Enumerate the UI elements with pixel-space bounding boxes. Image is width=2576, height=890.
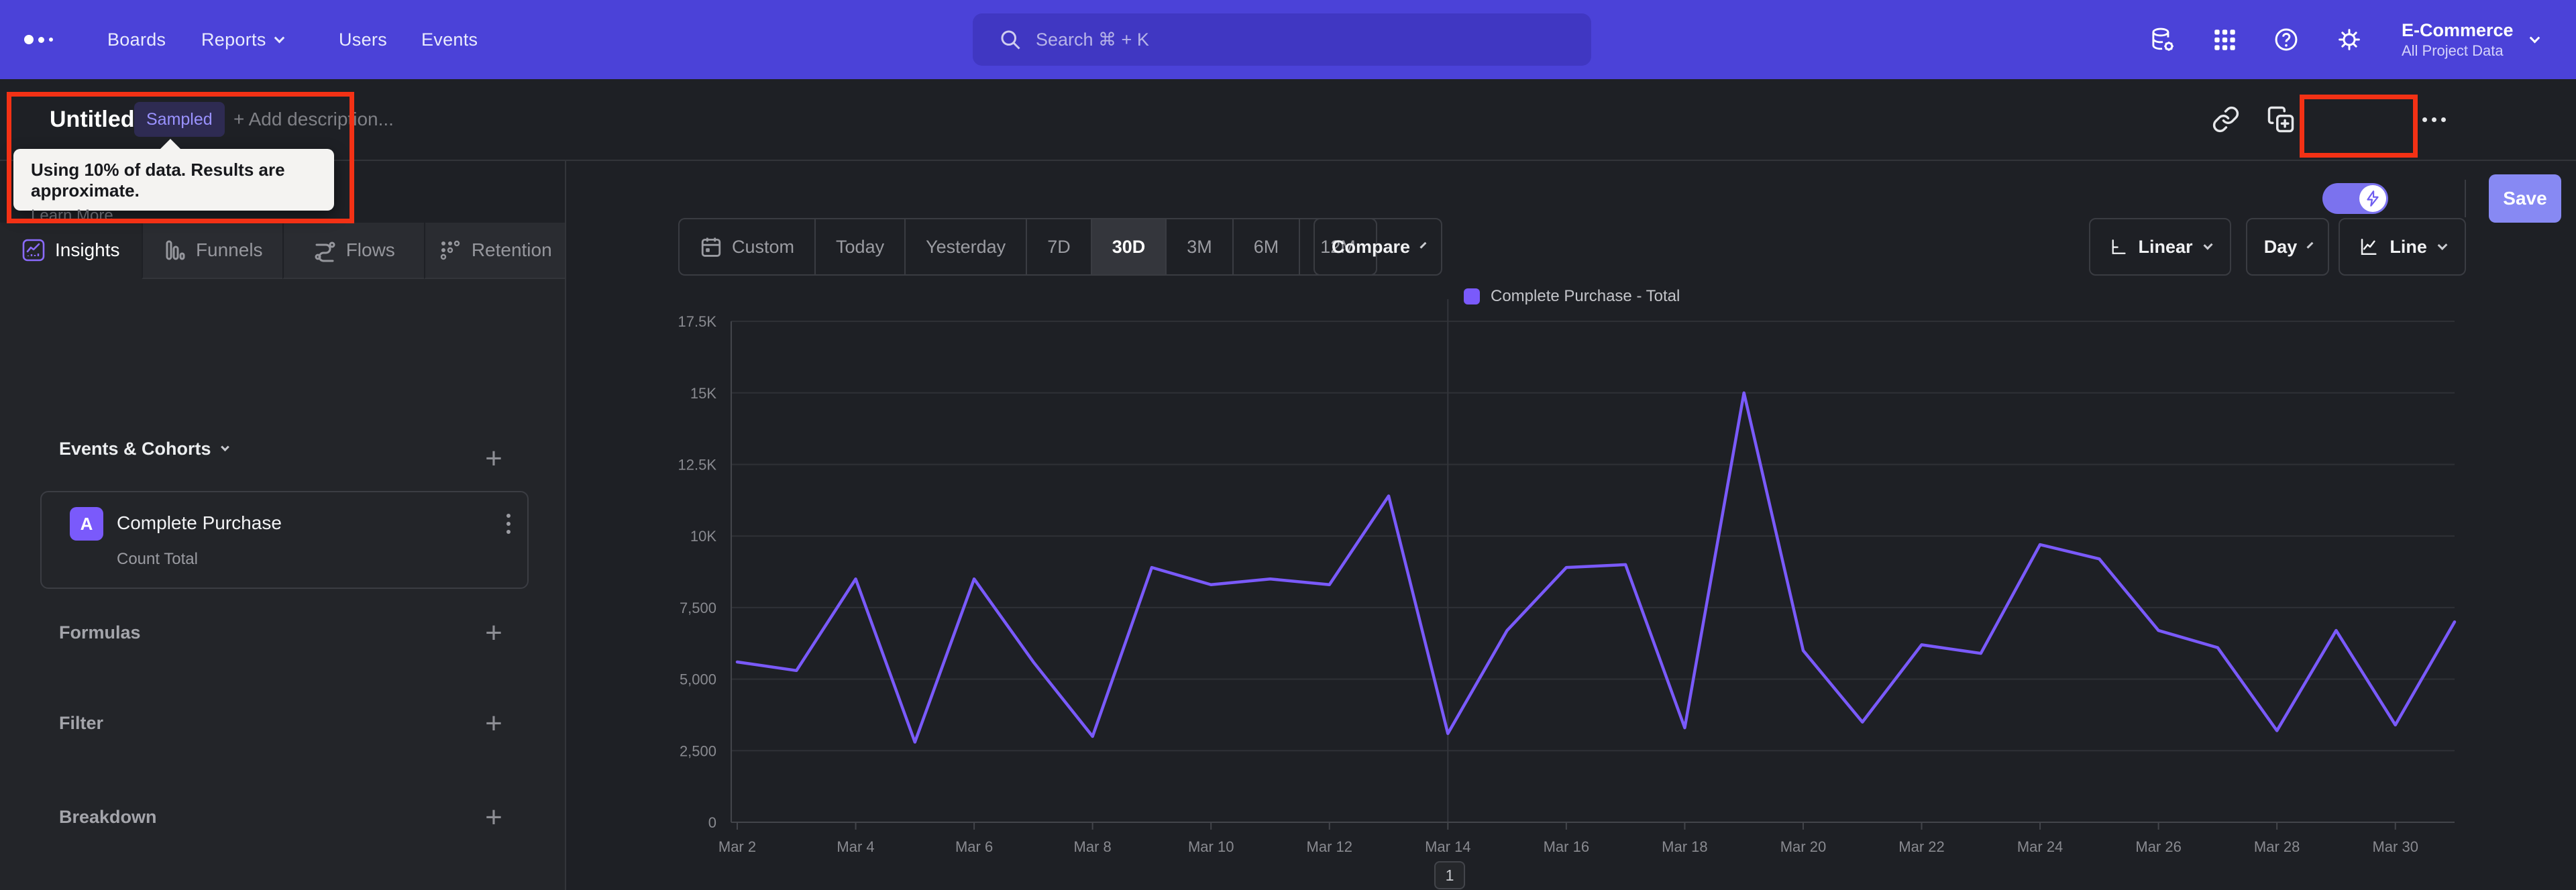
sampling-tooltip: Using 10% of data. Results are approxima… <box>13 139 334 225</box>
project-name: E-Commerce <box>2402 20 2514 40</box>
insights-icon <box>22 239 45 262</box>
svg-text:12.5K: 12.5K <box>678 457 717 474</box>
tab-insights[interactable]: Insights <box>0 223 142 279</box>
report-title-bar: Untitled Sampled + Add description... Sa… <box>0 79 2576 223</box>
funnels-icon <box>166 240 185 260</box>
add-breakdown-button[interactable]: + <box>474 803 514 832</box>
chevron-down-icon <box>274 32 284 43</box>
event-options-button[interactable] <box>495 508 522 539</box>
svg-text:Mar 16: Mar 16 <box>1544 838 1589 855</box>
nav-item-boards[interactable]: Boards <box>107 0 166 79</box>
svg-text:Mar 14: Mar 14 <box>1425 838 1470 855</box>
svg-text:Mar 6: Mar 6 <box>955 838 993 855</box>
svg-text:Mar 2: Mar 2 <box>718 838 756 855</box>
report-type-tabs: Insights Funnels Flows Retention <box>0 223 565 279</box>
project-selector[interactable]: E-Commerce All Project Data <box>2402 0 2540 79</box>
retention-icon <box>440 240 460 260</box>
svg-text:15K: 15K <box>690 385 716 402</box>
query-builder-panel: Events & Cohorts + A Complete Purchase C… <box>0 279 565 890</box>
top-nav: Boards Reports Users Events Search ⌘ + K <box>0 0 2576 79</box>
svg-text:Mar 26: Mar 26 <box>2135 838 2181 855</box>
event-card[interactable]: A Complete Purchase Count Total <box>40 491 529 589</box>
add-description-field[interactable]: + Add description... <box>233 79 394 160</box>
apps-grid-icon[interactable] <box>2204 0 2245 79</box>
tab-funnels[interactable]: Funnels <box>141 223 282 279</box>
events-cohorts-header[interactable]: Events & Cohorts <box>59 439 229 459</box>
mixpanel-logo-icon[interactable] <box>24 0 53 79</box>
breakdown-header: Breakdown <box>59 807 157 827</box>
flows-icon <box>315 241 335 262</box>
report-title[interactable]: Untitled <box>50 79 135 160</box>
more-options-button[interactable] <box>2419 79 2449 160</box>
search-icon <box>1001 30 1020 50</box>
tab-retention[interactable]: Retention <box>423 223 565 279</box>
data-management-icon[interactable] <box>2141 0 2182 79</box>
search-input[interactable]: Search ⌘ + K <box>973 13 1591 66</box>
svg-text:Mar 10: Mar 10 <box>1188 838 1234 855</box>
search-placeholder: Search ⌘ + K <box>1036 29 1149 50</box>
nav-item-reports[interactable]: Reports <box>201 0 284 79</box>
svg-text:Mar 22: Mar 22 <box>1898 838 1944 855</box>
svg-text:7,500: 7,500 <box>680 600 716 616</box>
nav-item-events[interactable]: Events <box>421 0 478 79</box>
learn-more-link[interactable]: Learn More <box>31 207 113 225</box>
svg-text:Mar 28: Mar 28 <box>2254 838 2300 855</box>
copy-link-icon[interactable] <box>2204 79 2247 160</box>
event-letter-badge: A <box>70 507 103 541</box>
svg-text:0: 0 <box>708 814 716 831</box>
filter-header: Filter <box>59 713 104 733</box>
nav-item-users[interactable]: Users <box>339 0 387 79</box>
query-builder-sidebar: Insights Funnels Flows Retention Events … <box>0 161 566 890</box>
add-event-button[interactable]: + <box>474 444 514 474</box>
mixpanel-insights-page: Boards Reports Users Events Search ⌘ + K <box>0 0 2576 890</box>
add-filter-button[interactable]: + <box>474 709 514 738</box>
svg-text:10K: 10K <box>690 528 716 545</box>
pagination-page-1[interactable]: 1 <box>1434 861 1465 889</box>
svg-text:Mar 30: Mar 30 <box>2372 838 2418 855</box>
svg-text:Mar 20: Mar 20 <box>1780 838 1826 855</box>
event-name: Complete Purchase <box>117 512 282 533</box>
chevron-down-icon <box>220 443 229 452</box>
svg-text:Mar 8: Mar 8 <box>1074 838 1112 855</box>
settings-gear-icon[interactable] <box>2329 0 2369 79</box>
line-chart: 0 2,500 5,000 7,500 10K 12.5K 15K 17.5K Mar 2 Mar… <box>678 299 2457 855</box>
svg-text:Mar 24: Mar 24 <box>2017 838 2063 855</box>
svg-text:Mar 12: Mar 12 <box>1307 838 1352 855</box>
chevron-down-icon <box>2529 32 2540 43</box>
add-formula-button[interactable]: + <box>474 618 514 648</box>
svg-text:Mar 4: Mar 4 <box>837 838 874 855</box>
tab-flows[interactable]: Flows <box>282 223 424 279</box>
formulas-header: Formulas <box>59 622 141 643</box>
svg-text:17.5K: 17.5K <box>678 313 717 330</box>
project-scope: All Project Data <box>2402 42 2504 59</box>
svg-text:Mar 18: Mar 18 <box>1662 838 1707 855</box>
event-metric[interactable]: Count Total <box>117 550 198 569</box>
sampled-badge[interactable]: Sampled <box>134 102 225 137</box>
copy-to-board-icon[interactable] <box>2259 79 2302 160</box>
svg-text:2,500: 2,500 <box>680 742 716 759</box>
sampling-tooltip-text: Using 10% of data. Results are approxima… <box>31 160 285 201</box>
svg-text:5,000: 5,000 <box>680 671 716 688</box>
help-icon[interactable] <box>2266 0 2306 79</box>
